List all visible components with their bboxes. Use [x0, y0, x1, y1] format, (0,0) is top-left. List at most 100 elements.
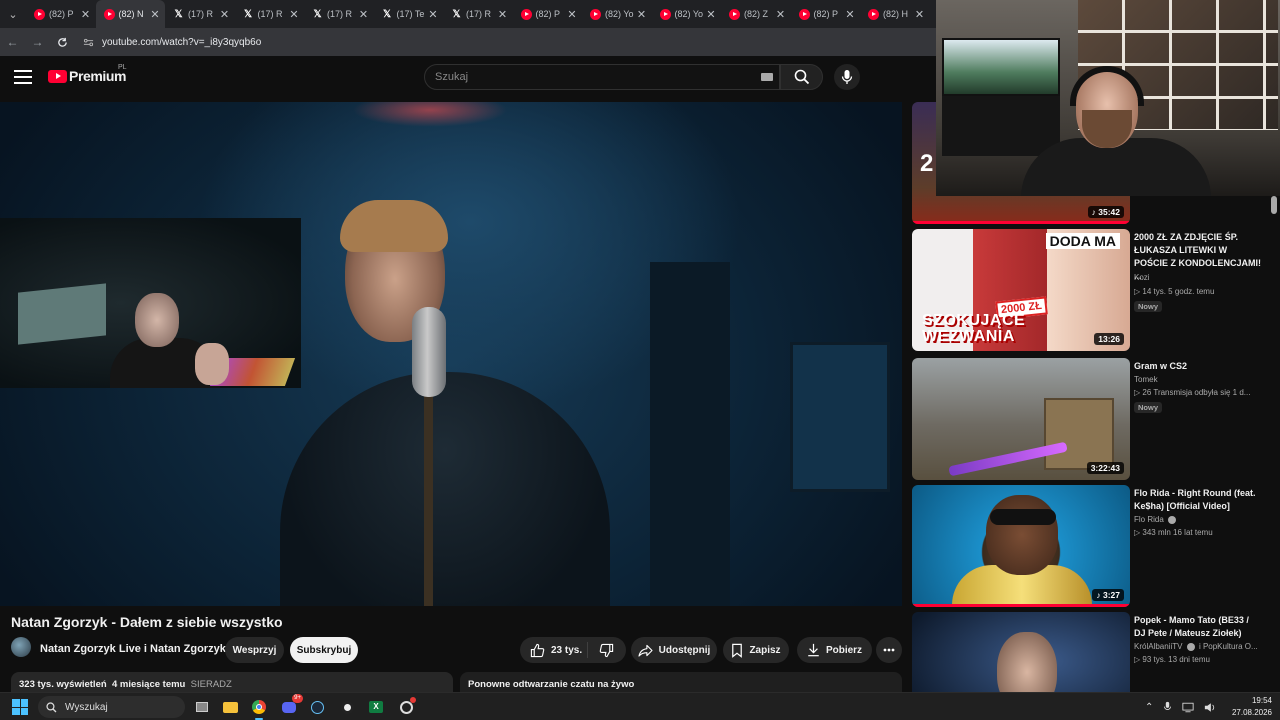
browser-tab[interactable]: (82) N ✕: [95, 0, 165, 28]
country-code: PL: [118, 64, 127, 71]
browser-tab[interactable]: (82) Yo ✕: [582, 0, 652, 28]
thumbs-down-icon: [599, 643, 614, 658]
file-explorer-icon[interactable]: [220, 697, 240, 717]
video-tag[interactable]: SIERADZ: [191, 679, 232, 690]
forward-button[interactable]: →: [25, 28, 50, 56]
support-button[interactable]: Wesprzyj: [225, 637, 284, 663]
close-icon[interactable]: ✕: [80, 8, 92, 21]
recommendation-channel[interactable]: Tomek: [1134, 375, 1158, 384]
chevron-up-icon[interactable]: ⌃: [1145, 702, 1153, 713]
description-box[interactable]: 323 tys. wyświetleń 4 miesiące temu SIER…: [11, 672, 453, 692]
site-info-icon[interactable]: [83, 37, 94, 48]
taskbar-search[interactable]: Wyszukaj: [38, 696, 185, 718]
sidebar-scrollbar[interactable]: [1271, 196, 1277, 214]
browser-tab[interactable]: 𝕏 (17) R ✕: [165, 0, 235, 28]
volume-icon[interactable]: [1204, 702, 1216, 713]
thumbnail-face-graphic: [997, 632, 1057, 692]
recommendation-item[interactable]: 3:22:43 Gram w CS2 Tomek ▷ 26 Transmisja…: [912, 358, 1272, 480]
video-thumbnail[interactable]: [912, 612, 1130, 692]
network-icon[interactable]: [1182, 702, 1194, 713]
url-field[interactable]: youtube.com/watch?v=_i8y3qyqb6o: [83, 37, 261, 48]
webcam-scene-hand: [195, 343, 229, 385]
search-placeholder: Szukaj: [435, 71, 469, 83]
video-scene-singer-hair: [340, 200, 448, 252]
task-view-icon[interactable]: [192, 697, 212, 717]
reload-button[interactable]: [50, 28, 75, 56]
close-icon[interactable]: ✕: [427, 8, 439, 21]
browser-tab[interactable]: (82) Yo ✕: [652, 0, 722, 28]
discord-icon[interactable]: 9+: [279, 694, 303, 717]
thumbs-up-icon: [530, 643, 545, 657]
save-button[interactable]: Zapisz: [723, 637, 789, 663]
tab-label: (82) N: [118, 9, 144, 19]
share-button[interactable]: Udostępnij: [631, 637, 717, 663]
chat-replay-panel[interactable]: Ponowne odtwarzanie czatu na żywo: [460, 672, 902, 692]
browser-tab[interactable]: (82) P ✕: [513, 0, 583, 28]
browser-tab[interactable]: (82) Z ✕: [721, 0, 791, 28]
youtube-icon: [868, 8, 879, 20]
browser-tab[interactable]: (82) H ✕: [860, 0, 930, 28]
steam-icon[interactable]: [307, 697, 327, 717]
channel-avatar[interactable]: [11, 637, 31, 657]
browser-tab[interactable]: 𝕏 (17) R ✕: [235, 0, 305, 28]
more-horizontal-icon: [883, 648, 895, 652]
browser-tab[interactable]: (82) P ✕: [26, 0, 96, 28]
recommendation-item[interactable]: DODA MA 2000 ZŁ SZOKUJĄCE WEZWANIA 13:26…: [912, 229, 1272, 351]
download-button[interactable]: Pobierz: [797, 637, 872, 663]
youtube-header: Premium PL Szukaj: [0, 56, 912, 100]
video-thumbnail[interactable]: ♪ 3:27: [912, 485, 1130, 607]
chrome-icon[interactable]: [249, 697, 269, 720]
menu-icon[interactable]: [14, 70, 32, 84]
browser-tab[interactable]: 𝕏 (17) R ✕: [443, 0, 513, 28]
close-icon[interactable]: ✕: [914, 8, 926, 21]
obs-icon[interactable]: [337, 697, 357, 717]
close-icon[interactable]: ✕: [775, 8, 787, 21]
windows-start-icon[interactable]: [12, 699, 28, 715]
back-button[interactable]: ←: [0, 28, 25, 56]
recommendation-title[interactable]: 2000 ZŁ ZA ZDJĘCIE ŚP. ŁUKASZA LITEWKI W…: [1134, 231, 1262, 283]
close-icon[interactable]: ✕: [844, 8, 856, 21]
download-icon: [808, 643, 819, 657]
microphone-icon[interactable]: [1163, 701, 1172, 713]
recommendation-title[interactable]: Gram w CS2: [1134, 360, 1262, 373]
system-clock[interactable]: 19:54 27.08.2026: [1222, 695, 1272, 719]
recommendation-title[interactable]: Flo Rida - Right Round (feat. Ke$ha) [Of…: [1134, 487, 1262, 513]
recommendation-title[interactable]: Popek - Mamo Tato (BE33 / DJ Pete / Mate…: [1134, 614, 1262, 640]
close-icon[interactable]: ✕: [497, 8, 509, 21]
close-icon[interactable]: ✕: [705, 8, 717, 21]
video-thumbnail[interactable]: 3:22:43: [912, 358, 1130, 480]
close-icon[interactable]: ✕: [288, 8, 300, 21]
like-divider: [587, 642, 588, 658]
recommendation-item[interactable]: ♪ 3:27 Flo Rida - Right Round (feat. Ke$…: [912, 485, 1272, 607]
browser-tab[interactable]: 𝕏 (17) R ✕: [304, 0, 374, 28]
address-bar: ← → youtube.com/watch?v=_i8y3qyqb6o: [0, 28, 936, 56]
close-icon[interactable]: ✕: [219, 8, 231, 21]
excel-icon[interactable]: X: [366, 697, 386, 717]
keyboard-icon[interactable]: [761, 73, 773, 81]
voice-search-button[interactable]: [834, 64, 860, 90]
dislike-button[interactable]: [599, 643, 615, 659]
recommendation-channel[interactable]: KrólAlbaniiTV i PopKultura O...: [1134, 642, 1258, 651]
search-button[interactable]: [780, 64, 823, 90]
recommendation-item[interactable]: Popek - Mamo Tato (BE33 / DJ Pete / Mate…: [912, 612, 1272, 692]
close-icon[interactable]: ✕: [358, 8, 370, 21]
video-scene-door: [650, 262, 730, 606]
more-actions-button[interactable]: [876, 637, 902, 663]
subscribe-button[interactable]: Subskrybuj: [290, 637, 358, 663]
recommendation-meta: ▷ 14 tys. 5 godz. temu: [1134, 287, 1215, 296]
browser-tab[interactable]: (82) P ✕: [791, 0, 861, 28]
app-tray-icon[interactable]: [396, 697, 416, 717]
close-icon[interactable]: ✕: [149, 8, 161, 21]
discord-notification-badge: 9+: [292, 694, 303, 703]
recommendation-channel[interactable]: Kozi: [1134, 273, 1150, 282]
tab-search-menu-button[interactable]: ⌄: [0, 0, 26, 28]
browser-tab[interactable]: 𝕏 (17) Te ✕: [374, 0, 444, 28]
youtube-premium-logo[interactable]: Premium PL: [48, 64, 127, 84]
search-input[interactable]: Szukaj: [424, 64, 780, 90]
youtube-icon: [590, 8, 601, 20]
close-icon[interactable]: ✕: [566, 8, 578, 21]
close-icon[interactable]: ✕: [636, 8, 648, 21]
recommendation-channel[interactable]: Flo Rida: [1134, 515, 1177, 524]
video-thumbnail[interactable]: DODA MA 2000 ZŁ SZOKUJĄCE WEZWANIA 13:26: [912, 229, 1130, 351]
channel-name[interactable]: Natan Zgorzyk Live i Natan Zgorzyk: [40, 643, 226, 655]
